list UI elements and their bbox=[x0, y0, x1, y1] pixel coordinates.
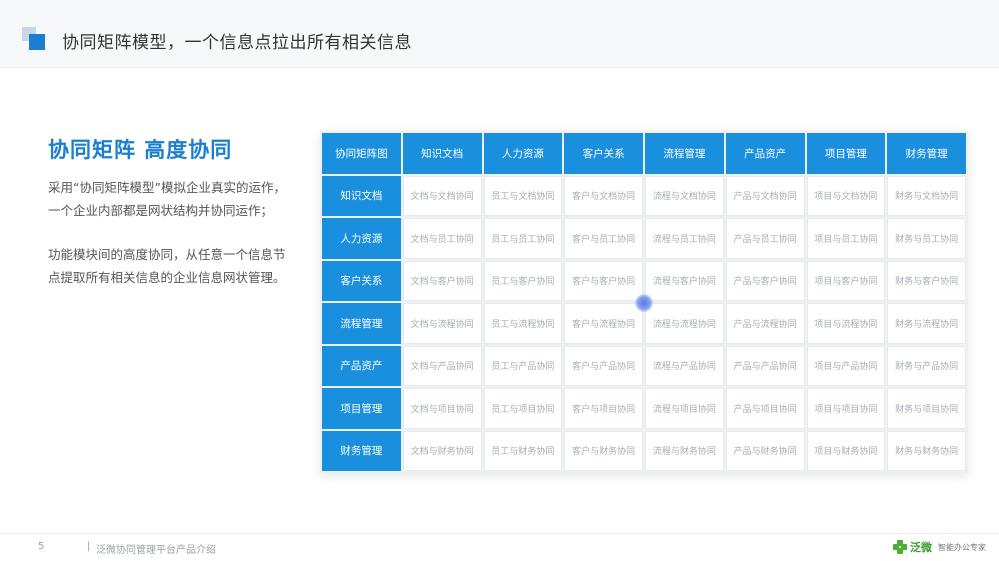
matrix-cell: 流程与客户协同 bbox=[645, 260, 724, 301]
matrix-cell: 文档与文档协同 bbox=[402, 175, 482, 216]
matrix-cell: 客户与员工协同 bbox=[564, 218, 643, 259]
cursor-highlight-dot bbox=[635, 294, 653, 312]
footer-separator: | bbox=[87, 541, 91, 552]
matrix-cell: 项目与项目协同 bbox=[806, 388, 886, 429]
matrix-cell: 客户与产品协同 bbox=[564, 345, 643, 386]
description-paragraph-1: 采用“协同矩阵模型”模拟企业真实的运作， 一个企业内部都是网状结构并协同运作； bbox=[48, 176, 308, 222]
matrix-corner-header: 协同矩阵图 bbox=[322, 133, 401, 174]
matrix-cell: 员工与流程协同 bbox=[483, 303, 563, 344]
matrix-cell: 文档与项目协同 bbox=[402, 388, 482, 429]
matrix-cell: 文档与财务协同 bbox=[402, 430, 482, 471]
matrix-cell: 流程与产品协同 bbox=[645, 345, 724, 386]
matrix-cell: 项目与文档协同 bbox=[806, 175, 886, 216]
matrix-cell: 员工与文档协同 bbox=[483, 175, 563, 216]
matrix-column-header: 客户关系 bbox=[564, 133, 643, 174]
matrix-row-header: 产品资产 bbox=[322, 345, 401, 386]
matrix-cell: 员工与客户协同 bbox=[483, 260, 563, 301]
matrix-cell: 文档与员工协同 bbox=[402, 218, 482, 259]
matrix-cell: 产品与流程协同 bbox=[725, 303, 805, 344]
matrix-cell: 项目与产品协同 bbox=[806, 345, 886, 386]
matrix-cell: 客户与文档协同 bbox=[564, 175, 643, 216]
matrix-cell: 流程与项目协同 bbox=[645, 388, 724, 429]
matrix-cell: 客户与流程协同 bbox=[564, 303, 643, 344]
matrix-cell: 流程与员工协同 bbox=[645, 218, 724, 259]
section-heading: 协同矩阵 高度协同 bbox=[48, 138, 233, 162]
description-line: 功能模块间的高度协同，从任意一个信息节 bbox=[48, 247, 286, 262]
matrix-cell: 员工与项目协同 bbox=[483, 388, 563, 429]
matrix-cell: 文档与流程协同 bbox=[402, 303, 482, 344]
matrix-cell: 产品与项目协同 bbox=[725, 388, 805, 429]
matrix-cell: 流程与流程协同 bbox=[645, 303, 724, 344]
matrix-cell: 客户与客户协同 bbox=[564, 260, 643, 301]
matrix-cell: 员工与员工协同 bbox=[483, 218, 563, 259]
footer-divider bbox=[0, 533, 999, 534]
matrix-cell: 项目与流程协同 bbox=[806, 303, 886, 344]
description-line: 采用“协同矩阵模型”模拟企业真实的运作， bbox=[48, 180, 286, 195]
matrix-cell: 流程与财务协同 bbox=[645, 430, 724, 471]
matrix-column-header: 知识文档 bbox=[402, 133, 482, 174]
matrix-column-header: 流程管理 bbox=[645, 133, 724, 174]
page-title: 协同矩阵模型，一个信息点拉出所有相关信息 bbox=[62, 33, 412, 53]
description-line: 一个企业内部都是网状结构并协同运作； bbox=[48, 203, 274, 218]
matrix-cell: 员工与产品协同 bbox=[483, 345, 563, 386]
brand-name: 泛微 bbox=[910, 541, 932, 554]
matrix-cell: 产品与产品协同 bbox=[725, 345, 805, 386]
matrix-header-row: 协同矩阵图 知识文档 人力资源 客户关系 流程管理 产品资产 项目管理 财务管理 bbox=[322, 133, 966, 174]
matrix-row-header: 人力资源 bbox=[322, 218, 401, 259]
matrix-cell: 产品与财务协同 bbox=[725, 430, 805, 471]
matrix-cell: 财务与流程协同 bbox=[887, 303, 966, 344]
matrix-cell: 财务与客户协同 bbox=[887, 260, 966, 301]
matrix-row-header: 客户关系 bbox=[322, 260, 401, 301]
matrix-column-header: 人力资源 bbox=[483, 133, 563, 174]
matrix-row-header: 财务管理 bbox=[322, 430, 401, 471]
matrix-cell: 财务与财务协同 bbox=[887, 430, 966, 471]
matrix-cell: 员工与财务协同 bbox=[483, 430, 563, 471]
matrix-cell: 流程与文档协同 bbox=[645, 175, 724, 216]
matrix-cell: 项目与客户协同 bbox=[806, 260, 886, 301]
brand-logo: 泛微 智能办公专家 bbox=[893, 537, 986, 557]
table-row: 产品资产 文档与产品协同 员工与产品协同 客户与产品协同 流程与产品协同 产品与产品协同项… bbox=[322, 345, 966, 386]
matrix-cell: 产品与文档协同 bbox=[725, 175, 805, 216]
description-line: 点提取所有相关信息的企业信息网状管理。 bbox=[48, 270, 286, 285]
matrix-column-header: 产品资产 bbox=[725, 133, 805, 174]
table-row: 知识文档 文档与文档协同 员工与文档协同 客户与文档协同 流程与文档协同 产品与文档协同项… bbox=[322, 175, 966, 216]
table-row: 财务管理 文档与财务协同 员工与财务协同 客户与财务协同 流程与财务协同 产品与财务协同项… bbox=[322, 430, 966, 471]
square-logo-icon bbox=[22, 27, 46, 51]
matrix-cell: 客户与项目协同 bbox=[564, 388, 643, 429]
description-paragraph-2: 功能模块间的高度协同，从任意一个信息节 点提取所有相关信息的企业信息网状管理。 bbox=[48, 243, 308, 289]
matrix-cell: 项目与员工协同 bbox=[806, 218, 886, 259]
matrix-row-header: 项目管理 bbox=[322, 388, 401, 429]
weaver-leaf-icon bbox=[893, 540, 907, 554]
matrix-cell: 财务与文档协同 bbox=[887, 175, 966, 216]
matrix-row-header: 流程管理 bbox=[322, 303, 401, 344]
matrix-cell: 财务与员工协同 bbox=[887, 218, 966, 259]
matrix-cell: 产品与客户协同 bbox=[725, 260, 805, 301]
footer-text: 泛微协同管理平台产品介绍 bbox=[96, 545, 216, 556]
matrix-column-header: 财务管理 bbox=[887, 133, 966, 174]
page-number: 5 bbox=[38, 541, 45, 552]
table-row: 项目管理 文档与项目协同 员工与项目协同 客户与项目协同 流程与项目协同 产品与项目协同项… bbox=[322, 388, 966, 429]
header-bar: 协同矩阵模型，一个信息点拉出所有相关信息 bbox=[0, 0, 999, 68]
table-row: 人力资源 文档与员工协同 员工与员工协同 客户与员工协同 流程与员工协同 产品与员工协同项… bbox=[322, 218, 966, 259]
matrix-cell: 产品与员工协同 bbox=[725, 218, 805, 259]
brand-slogan: 智能办公专家 bbox=[938, 542, 986, 552]
matrix-cell: 文档与产品协同 bbox=[402, 345, 482, 386]
matrix-row-header: 知识文档 bbox=[322, 175, 401, 216]
matrix-cell: 客户与财务协同 bbox=[564, 430, 643, 471]
matrix-cell: 财务与产品协同 bbox=[887, 345, 966, 386]
matrix-column-header: 项目管理 bbox=[806, 133, 886, 174]
matrix-cell: 文档与客户协同 bbox=[402, 260, 482, 301]
matrix-cell: 项目与财务协同 bbox=[806, 430, 886, 471]
matrix-cell: 财务与项目协同 bbox=[887, 388, 966, 429]
